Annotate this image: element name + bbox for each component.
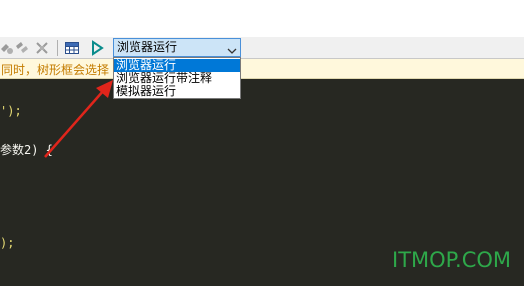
annotation-arrow: [44, 80, 113, 158]
